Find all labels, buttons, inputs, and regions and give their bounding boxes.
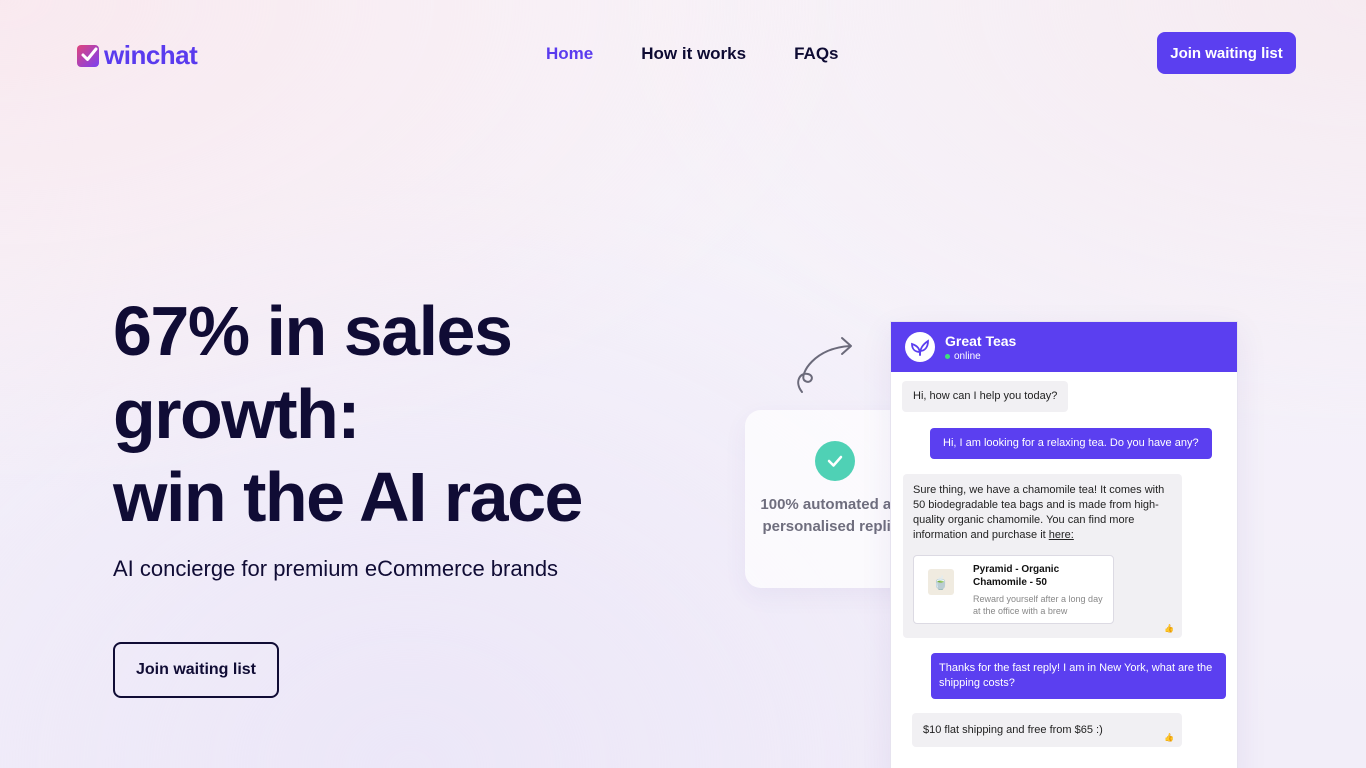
chat-status-text: online: [954, 350, 981, 362]
chat-message-link[interactable]: here:: [1049, 529, 1074, 541]
online-dot-icon: [945, 353, 950, 359]
join-waiting-list-button-hero[interactable]: Join waiting list: [113, 642, 279, 698]
hero-headline: 67% in sales growth: win the AI race: [113, 290, 673, 539]
nav-item-faqs[interactable]: FAQs: [794, 44, 838, 64]
chat-header: Great Teas online: [891, 322, 1237, 372]
thumbs-icon: 👍: [1164, 733, 1174, 742]
hero-headline-line-3: win the AI race: [113, 458, 583, 536]
nav-item-how-it-works[interactable]: How it works: [641, 44, 746, 64]
chat-status: online: [945, 351, 1016, 362]
check-square-icon: [77, 44, 99, 67]
product-card[interactable]: 🍵 Pyramid - Organic Chamomile - 50 Rewar…: [913, 555, 1114, 624]
brand-logo[interactable]: winchat: [77, 40, 198, 71]
chat-message-bot: Sure thing, we have a chamomile tea! It …: [903, 474, 1182, 638]
curved-arrow-icon: [797, 337, 852, 393]
join-waiting-list-button-top[interactable]: Join waiting list: [1157, 32, 1296, 74]
chat-message-text: Sure thing, we have a chamomile tea! It …: [913, 484, 1165, 541]
hero-subheadline: AI concierge for premium eCommerce brand…: [113, 556, 559, 581]
main-nav: Home How it works FAQs: [546, 44, 839, 64]
leaf-icon: [905, 332, 935, 362]
tea-box-icon: 🍵: [928, 569, 954, 595]
thumbs-icon: 👍: [1164, 624, 1174, 633]
chat-message-user: Thanks for the fast reply! I am in New Y…: [931, 653, 1226, 699]
check-icon: [815, 441, 855, 481]
nav-item-home[interactable]: Home: [546, 44, 593, 64]
product-description: Reward yourself after a long day at the …: [973, 594, 1103, 616]
product-name: Pyramid - Organic Chamomile - 50: [973, 564, 1060, 588]
hero-headline-line-2: growth:: [113, 375, 361, 453]
chat-message-text: $10 flat shipping and free from $65 :): [923, 724, 1103, 736]
brand-name: winchat: [104, 40, 198, 70]
chat-preview: Great Teas online Hi, how can I help you…: [890, 321, 1238, 768]
chat-message-bot: $10 flat shipping and free from $65 :) 👍: [912, 713, 1182, 747]
chat-message-user: Hi, I am looking for a relaxing tea. Do …: [930, 428, 1212, 459]
chat-store-name: Great Teas: [945, 332, 1017, 349]
hero-headline-line-1: 67% in sales: [113, 292, 513, 370]
chat-message-bot: Hi, how can I help you today?: [902, 381, 1069, 412]
